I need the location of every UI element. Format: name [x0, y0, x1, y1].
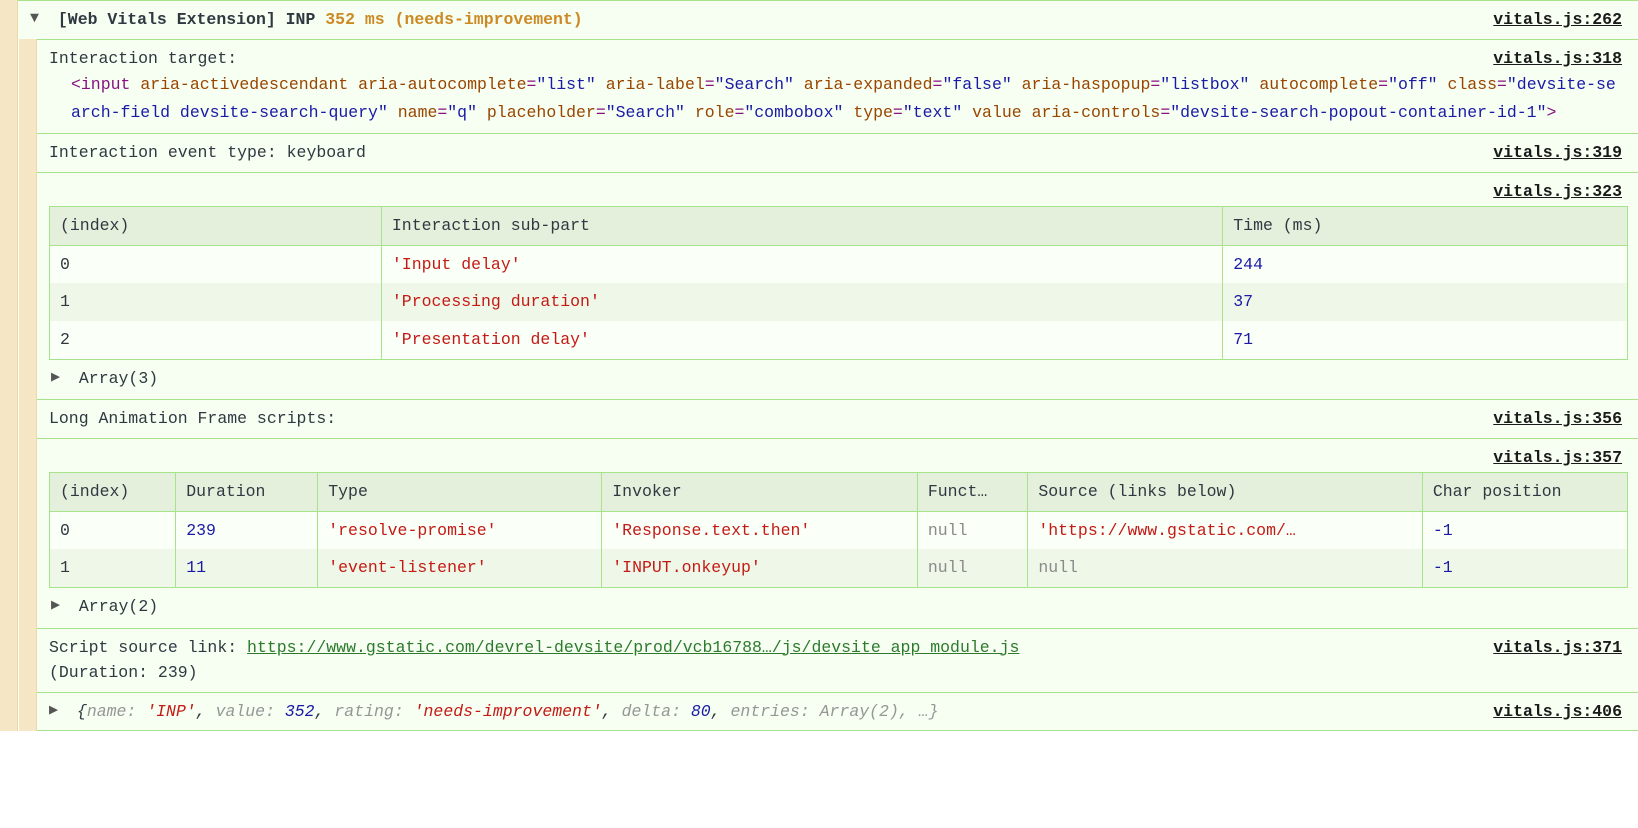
table-row[interactable]: 1'Processing duration'37: [50, 283, 1628, 321]
col-header[interactable]: Funct…: [917, 473, 1027, 512]
log-row-table-subparts: vitals.js:323 (index)Interaction sub-par…: [0, 172, 1638, 399]
col-header[interactable]: Source (links below): [1028, 473, 1423, 512]
inp-metric: 352 ms (needs-improvement): [325, 10, 582, 29]
script-source-prefix: Script source link:: [49, 638, 247, 657]
array-summary[interactable]: Array(2): [79, 597, 158, 616]
disclosure-right-icon[interactable]: ▶: [51, 594, 69, 617]
table-row[interactable]: 111'event-listener''INPUT.onkeyup'nullnu…: [50, 549, 1628, 587]
source-link[interactable]: vitals.js:318: [1493, 46, 1628, 72]
col-header[interactable]: Type: [318, 473, 602, 512]
log-row-table-scripts: vitals.js:357 (index)DurationTypeInvoker…: [0, 438, 1638, 628]
source-link[interactable]: vitals.js:356: [1493, 406, 1628, 432]
gutter: [0, 0, 18, 39]
loaf-label: Long Animation Frame scripts:: [49, 406, 1473, 432]
log-row-header: ▼ [Web Vitals Extension] INP 352 ms (nee…: [0, 0, 1638, 39]
vitals-prefix: [Web Vitals Extension] INP: [58, 10, 315, 29]
col-header[interactable]: Duration: [176, 473, 318, 512]
col-header[interactable]: (index): [50, 473, 176, 512]
array-summary[interactable]: Array(3): [79, 369, 158, 388]
disclosure-right-icon[interactable]: ▶: [49, 699, 67, 722]
log-row-object: ▶ {name: 'INP', value: 352, rating: 'nee…: [0, 692, 1638, 732]
col-header[interactable]: Time (ms): [1223, 207, 1628, 246]
interaction-target-element[interactable]: <input aria-activedescendant aria-autoco…: [49, 71, 1628, 127]
source-link[interactable]: vitals.js:262: [1493, 7, 1628, 33]
col-header[interactable]: (index): [50, 207, 382, 246]
source-link[interactable]: vitals.js:371: [1493, 635, 1628, 661]
disclosure-right-icon[interactable]: ▶: [51, 366, 69, 389]
col-header[interactable]: Interaction sub-part: [381, 207, 1222, 246]
table-row[interactable]: 2'Presentation delay'71: [50, 321, 1628, 359]
table-row[interactable]: 0239'resolve-promise''Response.text.then…: [50, 511, 1628, 549]
log-row-target: Interaction target: vitals.js:318 <input…: [0, 39, 1638, 134]
source-link[interactable]: vitals.js:406: [1493, 699, 1628, 725]
log-message[interactable]: ▼ [Web Vitals Extension] INP 352 ms (nee…: [30, 7, 1473, 33]
log-row-loaf-label: Long Animation Frame scripts: vitals.js:…: [0, 399, 1638, 438]
script-source-suffix: (Duration: 239): [49, 663, 198, 682]
disclosure-down-icon[interactable]: ▼: [30, 7, 48, 30]
script-source-url[interactable]: https://www.gstatic.com/devrel-devsite/p…: [247, 638, 1019, 657]
col-header[interactable]: Invoker: [602, 473, 918, 512]
scripts-table[interactable]: (index)DurationTypeInvokerFunct…Source (…: [49, 472, 1628, 588]
table-row[interactable]: 0'Input delay'244: [50, 245, 1628, 283]
subparts-table[interactable]: (index)Interaction sub-partTime (ms)0'In…: [49, 206, 1628, 359]
interaction-target-label: Interaction target:: [49, 46, 237, 72]
source-link[interactable]: vitals.js:319: [1493, 140, 1628, 166]
source-link[interactable]: vitals.js:357: [1493, 445, 1628, 471]
log-row-event-type: Interaction event type: keyboard vitals.…: [0, 133, 1638, 172]
source-link[interactable]: vitals.js:323: [1493, 179, 1628, 205]
col-header[interactable]: Char position: [1422, 473, 1627, 512]
object-summary[interactable]: ▶ {name: 'INP', value: 352, rating: 'nee…: [49, 699, 1473, 725]
event-type-text: Interaction event type: keyboard: [49, 140, 1473, 166]
log-row-script-source: Script source link: https://www.gstatic.…: [0, 628, 1638, 692]
console-output: ▼ [Web Vitals Extension] INP 352 ms (nee…: [0, 0, 1638, 731]
